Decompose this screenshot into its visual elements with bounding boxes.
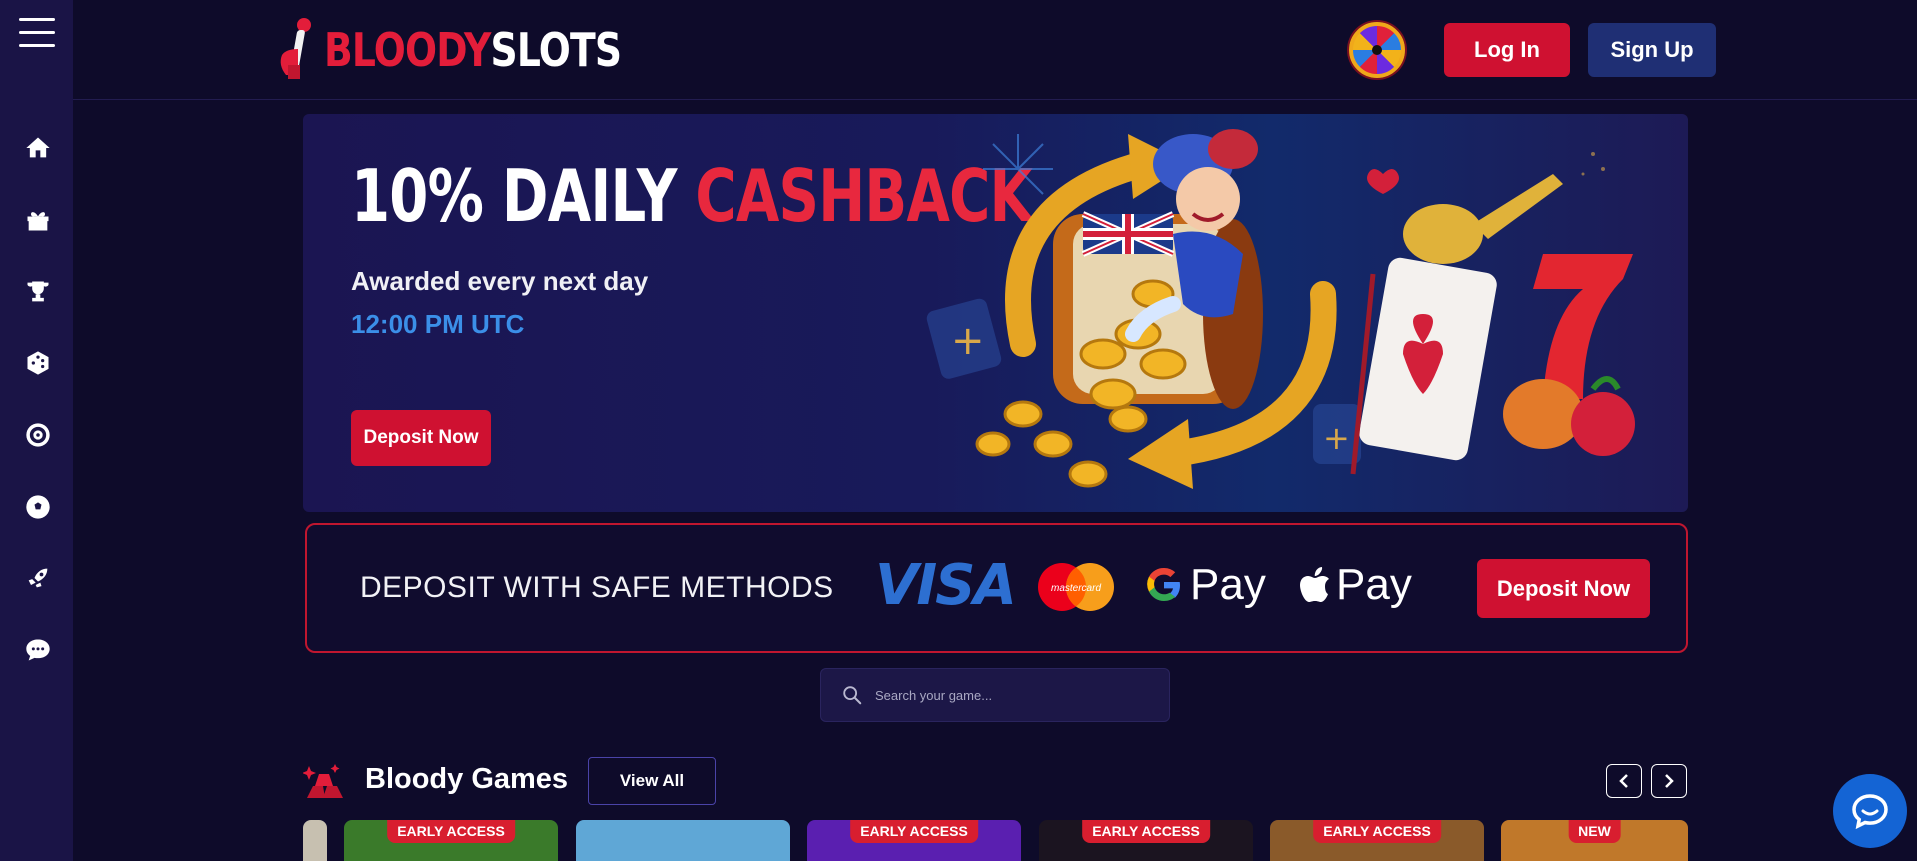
view-all-button[interactable]: View All	[588, 757, 716, 805]
game-badge: EARLY ACCESS	[850, 820, 978, 843]
bloodyslots-logo[interactable]: BLOODYSLOTS	[278, 12, 687, 87]
mastercard-logo: mastercard	[1038, 563, 1114, 611]
logo-wordmark: BLOODYSLOTS	[324, 22, 622, 77]
game-card-partial[interactable]	[303, 820, 327, 861]
game-card[interactable]	[576, 820, 790, 861]
game-card[interactable]: EARLY ACCESS	[344, 820, 558, 861]
apple-pay-logo: Pay	[1296, 560, 1412, 610]
hamburger-menu-icon[interactable]	[19, 18, 55, 50]
trophy-icon[interactable]	[23, 277, 53, 307]
game-badge: NEW	[1568, 820, 1621, 843]
joystick-logo-icon	[280, 17, 311, 79]
game-badge: EARLY ACCESS	[387, 820, 515, 843]
game-card[interactable]: EARLY ACCESS	[1270, 820, 1484, 861]
login-button[interactable]: Log In	[1444, 23, 1570, 77]
section-title: Bloody Games	[365, 763, 569, 795]
deposit-methods-text: DEPOSIT WITH SAFE METHODS	[360, 571, 834, 604]
sidebar	[0, 0, 73, 861]
hero-subtitle: Awarded every next day	[351, 266, 649, 296]
chevron-left-icon	[1619, 774, 1628, 788]
google-pay-logo: Pay	[1144, 560, 1266, 610]
chat-bubble-icon[interactable]	[23, 635, 53, 665]
search-icon	[843, 686, 862, 705]
game-card[interactable]: EARLY ACCESS	[807, 820, 1021, 861]
fortune-wheel-icon[interactable]	[1349, 22, 1405, 78]
carousel-next-button[interactable]	[1651, 764, 1687, 798]
hero-deposit-button[interactable]: Deposit Now	[351, 410, 491, 466]
deposit-methods-banner: DEPOSIT WITH SAFE METHODS VISA mastercar…	[305, 523, 1688, 653]
chevron-right-icon	[1665, 774, 1674, 788]
soccer-ball-icon[interactable]	[23, 492, 53, 522]
gift-icon[interactable]	[23, 205, 53, 235]
roulette-icon[interactable]	[23, 420, 53, 450]
games-carousel: EARLY ACCESS EARLY ACCESS EARLY ACCESS E…	[303, 820, 1688, 861]
svg-text:+: +	[951, 318, 985, 364]
game-card[interactable]: NEW	[1501, 820, 1688, 861]
signup-button[interactable]: Sign Up	[1588, 23, 1716, 77]
google-g-icon	[1147, 567, 1180, 601]
slot-machine-jester-illustration: + +	[926, 129, 1635, 489]
cashback-promo-banner[interactable]: 10% DAILY CASHBACK Awarded every next da…	[303, 114, 1688, 512]
gold-bars-icon	[303, 764, 343, 798]
game-card[interactable]: EARLY ACCESS	[1039, 820, 1253, 861]
live-chat-button[interactable]	[1833, 774, 1907, 848]
game-search-box[interactable]	[820, 668, 1170, 722]
chat-icon	[1852, 794, 1888, 830]
dice-icon[interactable]	[23, 348, 53, 378]
visa-logo: VISA	[875, 553, 1017, 618]
rocket-icon[interactable]	[23, 563, 53, 593]
top-header: BLOODYSLOTS Log In Sign Up	[73, 0, 1917, 100]
svg-text:mastercard: mastercard	[1051, 583, 1101, 594]
apple-icon	[1300, 567, 1329, 602]
game-badge: EARLY ACCESS	[1082, 820, 1210, 843]
svg-text:+: +	[1323, 419, 1350, 457]
game-badge: EARLY ACCESS	[1313, 820, 1441, 843]
hero-time: 12:00 PM UTC	[351, 309, 525, 339]
search-input[interactable]	[875, 687, 1155, 703]
home-icon[interactable]	[23, 133, 53, 163]
deposit-now-button[interactable]: Deposit Now	[1477, 559, 1650, 618]
carousel-prev-button[interactable]	[1606, 764, 1642, 798]
